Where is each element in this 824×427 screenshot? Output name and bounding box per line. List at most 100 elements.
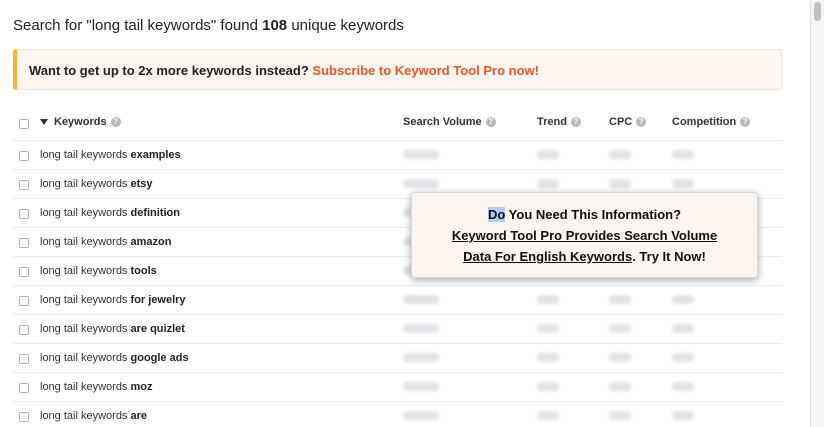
search-volume-blurred [403,411,439,420]
keyword-cell[interactable]: long tail keywords for jewelry [40,294,186,306]
keyword-cell[interactable]: long tail keywords are quizlet [40,323,185,335]
keyword-cell[interactable]: long tail keywords definition [40,207,180,219]
vertical-scrollbar[interactable] [810,0,824,427]
search-volume-blurred [403,150,439,159]
keyword-cell[interactable]: long tail keywords google ads [40,352,189,364]
competition-blurred [672,295,694,304]
pro-search-volume-link[interactable]: Keyword Tool Pro Provides Search Volume [452,228,717,243]
column-header-cpc[interactable]: CPC ? [609,116,647,128]
column-header-keywords[interactable]: Keywords ? [40,116,121,128]
keyword-suffix: moz [130,381,153,393]
select-all-checkbox[interactable] [19,119,29,129]
row-checkbox[interactable] [19,238,29,248]
keyword-base: long tail keywords [40,410,131,422]
keyword-base: long tail keywords [40,178,131,190]
keyword-base: long tail keywords [40,323,131,335]
row-checkbox[interactable] [19,412,29,422]
table-row[interactable]: long tail keywords examples [13,141,782,170]
popup-line-2: Keyword Tool Pro Provides Search Volume [412,228,757,243]
competition-blurred [672,353,694,362]
sort-desc-icon[interactable] [40,119,48,125]
help-icon[interactable]: ? [570,117,581,127]
help-icon[interactable]: ? [740,117,751,127]
cpc-blurred [609,324,631,333]
search-volume-blurred [403,353,439,362]
upsell-text: Want to get up to 2x more keywords inste… [29,63,539,78]
column-label-cpc: CPC [609,116,633,128]
search-volume-blurred [403,382,439,391]
keyword-base: long tail keywords [40,207,131,219]
column-header-search-volume[interactable]: Search Volume ? [403,116,496,128]
help-icon[interactable]: ? [110,117,121,127]
keyword-suffix: tools [130,265,157,277]
row-checkbox[interactable] [19,267,29,277]
table-row[interactable]: long tail keywords are quizlet [13,315,782,344]
row-checkbox[interactable] [19,325,29,335]
scrollbar-thumb[interactable] [814,2,821,21]
trend-blurred [537,353,559,362]
cpc-blurred [609,150,631,159]
popup-question: Do You Need This Information? [412,207,757,222]
keyword-base: long tail keywords [40,236,131,248]
keyword-cell[interactable]: long tail keywords examples [40,149,181,161]
cpc-blurred [609,411,631,420]
upgrade-popup: Do You Need This Information? Keyword To… [411,192,758,278]
keyword-suffix: amazon [130,236,172,248]
popup-try-it-text: . Try It Now! [632,249,706,264]
keyword-suffix: examples [130,149,181,161]
keyword-cell[interactable]: long tail keywords etsy [40,178,153,190]
table-header: Keywords ? Search Volume ? Trend ? CPC ?… [13,106,782,141]
keyword-results-page: Search for "long tail keywords" found 10… [0,0,810,427]
row-checkbox[interactable] [19,383,29,393]
keyword-suffix: etsy [130,178,153,190]
competition-blurred [672,411,694,420]
row-checkbox[interactable] [19,151,29,161]
trend-blurred [537,295,559,304]
cpc-blurred [609,353,631,362]
row-checkbox[interactable] [19,209,29,219]
keyword-cell[interactable]: long tail keywords tools [40,265,157,277]
table-row[interactable]: long tail keywords are [13,402,782,427]
row-checkbox[interactable] [19,354,29,364]
cpc-blurred [609,179,631,188]
competition-blurred [672,382,694,391]
keyword-suffix: definition [130,207,181,219]
help-icon[interactable]: ? [485,117,496,127]
row-checkbox[interactable] [19,180,29,190]
help-icon[interactable]: ? [636,117,647,127]
keyword-base: long tail keywords [40,352,131,364]
column-label-trend: Trend [537,116,567,128]
keyword-cell[interactable]: long tail keywords are [40,410,147,422]
keyword-base: long tail keywords [40,381,131,393]
results-heading-prefix: Search for "long tail keywords" found [13,17,263,34]
results-heading-suffix: unique keywords [287,17,404,34]
results-count: 108 [262,17,288,34]
keyword-suffix: are [130,410,148,422]
keyword-suffix: google ads [130,352,189,364]
keyword-base: long tail keywords [40,149,131,161]
row-checkbox[interactable] [19,296,29,306]
trend-blurred [537,179,559,188]
search-volume-blurred [403,179,439,188]
cpc-blurred [609,295,631,304]
column-label-search-volume: Search Volume [403,116,482,128]
subscribe-pro-link[interactable]: Subscribe to Keyword Tool Pro now! [312,63,539,78]
english-keywords-data-link[interactable]: Data For English Keywords [463,249,632,264]
results-heading: Search for "long tail keywords" found 10… [13,17,404,34]
table-row[interactable]: long tail keywords moz [13,373,782,402]
upsell-message: Want to get up to 2x more keywords inste… [29,63,313,78]
keyword-cell[interactable]: long tail keywords moz [40,381,153,393]
trend-blurred [537,150,559,159]
trend-blurred [537,411,559,420]
popup-question-rest: You Need This Information? [505,207,682,222]
column-header-competition[interactable]: Competition ? [672,116,751,128]
keyword-cell[interactable]: long tail keywords amazon [40,236,171,248]
keyword-base: long tail keywords [40,265,131,277]
competition-blurred [672,324,694,333]
popup-selected-text: Do [487,207,506,222]
upsell-banner: Want to get up to 2x more keywords inste… [13,49,782,90]
cpc-blurred [609,382,631,391]
table-row[interactable]: long tail keywords for jewelry [13,286,782,315]
column-header-trend[interactable]: Trend ? [537,116,581,128]
table-row[interactable]: long tail keywords google ads [13,344,782,373]
